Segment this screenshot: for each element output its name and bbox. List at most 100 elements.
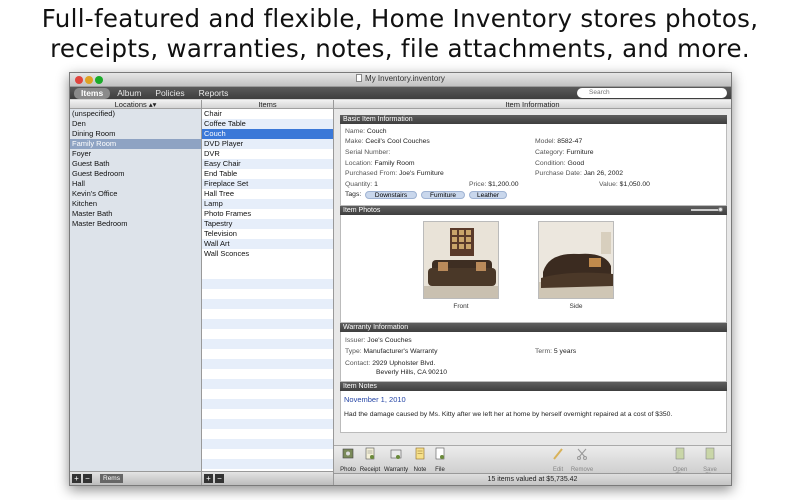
item-row-fireplace-set[interactable]: Fireplace Set: [202, 179, 333, 189]
item-row-chair[interactable]: Chair: [202, 109, 333, 119]
photo-size-slider[interactable]: [691, 209, 721, 211]
status-bar: 15 items valued at $5,735.42: [334, 473, 731, 485]
location-item-kitchen[interactable]: Kitchen: [70, 199, 201, 209]
receipt-icon: [365, 447, 375, 460]
location-item-unspecified[interactable]: (unspecified): [70, 109, 201, 119]
item-row-tapestry[interactable]: Tapestry: [202, 219, 333, 229]
location-item-kevins-office[interactable]: Kevin's Office: [70, 189, 201, 199]
location-item-master-bedroom[interactable]: Master Bedroom: [70, 219, 201, 229]
make-field[interactable]: Make: Cecil's Cool Couches: [345, 138, 430, 145]
issuer-field[interactable]: Issuer: Joe's Couches: [345, 337, 412, 344]
model-field[interactable]: Model: 8582-47: [535, 138, 582, 145]
item-row-dvr[interactable]: DVR: [202, 149, 333, 159]
value-field[interactable]: Value: $1,050.00: [599, 181, 650, 188]
location-item-hall[interactable]: Hall: [70, 179, 201, 189]
side-couch-image: [539, 222, 613, 298]
locations-bottom-bar: + − Rems: [70, 471, 201, 485]
note-icon: [415, 447, 425, 460]
scissors-icon: [577, 448, 587, 460]
location-item-master-bath[interactable]: Master Bath: [70, 209, 201, 219]
items-bottom-bar: + −: [202, 471, 333, 485]
edit-button[interactable]: Edit: [546, 447, 570, 473]
location-item-guest-bedroom[interactable]: Guest Bedroom: [70, 169, 201, 179]
add-receipt-button[interactable]: Receipt: [358, 447, 382, 473]
serial-number-field[interactable]: Serial Number:: [345, 149, 390, 156]
location-item-family-room[interactable]: Family Room: [70, 139, 201, 149]
tab-reports[interactable]: Reports: [192, 88, 236, 99]
note-date: November 1, 2010: [344, 395, 406, 404]
headline-line-2: receipts, warranties, notes, file attach…: [50, 34, 750, 63]
location-field[interactable]: Location: Family Room: [345, 160, 415, 167]
condition-field[interactable]: Condition: Good: [535, 160, 584, 167]
window-title: My Inventory.inventory: [70, 74, 731, 83]
item-photos-section-header: Item Photos: [340, 206, 727, 215]
headline: Full-featured and flexible, Home Invento…: [0, 4, 800, 64]
note-text: Had the damage caused by Ms. Kitty after…: [344, 411, 673, 418]
save-file-icon: [705, 447, 715, 460]
locations-list: (unspecified) Den Dining Room Family Roo…: [70, 109, 201, 229]
remove-button[interactable]: Remove: [570, 447, 594, 473]
locations-column-header[interactable]: Locations ▴▾: [70, 100, 201, 109]
locations-pane: Locations ▴▾ (unspecified) Den Dining Ro…: [70, 100, 202, 485]
front-photo-caption: Front: [453, 303, 469, 310]
remove-item-button[interactable]: −: [215, 474, 224, 483]
warranty-section-header: Warranty Information: [340, 323, 727, 332]
item-information-header: Item Information: [334, 100, 731, 109]
item-row-photo-frames[interactable]: Photo Frames: [202, 209, 333, 219]
warranty-type-field[interactable]: Type: Manufacturer's Warranty: [345, 348, 437, 355]
item-row-hall-tree[interactable]: Hall Tree: [202, 189, 333, 199]
tags-label: Tags:: [345, 191, 362, 198]
location-item-den[interactable]: Den: [70, 119, 201, 129]
rems-button[interactable]: Rems: [100, 474, 123, 483]
search-input[interactable]: [577, 88, 727, 98]
side-photo-caption: Side: [569, 303, 583, 310]
purchased-from-field[interactable]: Purchased From: Joe's Furniture: [345, 170, 444, 177]
item-row-wall-sconces[interactable]: Wall Sconces: [202, 249, 333, 259]
item-notes-section[interactable]: November 1, 2010 Had the damage caused b…: [340, 391, 727, 433]
file-icon: [435, 447, 445, 460]
purchase-date-field[interactable]: Purchase Date: Jan 26, 2002: [535, 170, 623, 177]
location-item-guest-bath[interactable]: Guest Bath: [70, 159, 201, 169]
tab-album[interactable]: Album: [110, 88, 148, 99]
name-field[interactable]: Name: Couch: [345, 128, 387, 135]
add-photo-button[interactable]: Photo: [336, 447, 360, 473]
item-row-lamp[interactable]: Lamp: [202, 199, 333, 209]
remove-location-button[interactable]: −: [83, 474, 92, 483]
add-item-button[interactable]: +: [204, 474, 213, 483]
photo-size-slider-knob[interactable]: [718, 207, 723, 212]
item-row-television[interactable]: Television: [202, 229, 333, 239]
basic-info-section: Name: Couch Make: Cecil's Cool Couches S…: [340, 124, 727, 206]
item-row-wall-art[interactable]: Wall Art: [202, 239, 333, 249]
front-photo[interactable]: [423, 221, 499, 299]
item-row-end-table[interactable]: End Table: [202, 169, 333, 179]
add-warranty-button[interactable]: Warranty: [384, 447, 408, 473]
items-column-header[interactable]: Items: [202, 100, 333, 109]
add-location-button[interactable]: +: [72, 474, 81, 483]
category-field[interactable]: Category: Furniture: [535, 149, 594, 156]
item-row-easy-chair[interactable]: Easy Chair: [202, 159, 333, 169]
basic-info-section-header: Basic Item Information: [340, 115, 727, 124]
tab-policies[interactable]: Policies: [148, 88, 191, 99]
tag-downstairs[interactable]: Downstairs: [365, 191, 417, 199]
headline-line-1: Full-featured and flexible, Home Invento…: [41, 4, 759, 33]
items-pane: Items Chair Coffee Table Couch DVD Playe…: [202, 100, 334, 485]
price-field[interactable]: Price: $1,200.00: [469, 181, 519, 188]
main-toolbar: Items Album Policies Reports ⌕: [70, 87, 731, 99]
item-row-coffee-table[interactable]: Coffee Table: [202, 119, 333, 129]
contact-field[interactable]: Contact: 2929 Upholster Blvd.: [345, 360, 435, 367]
location-item-foyer[interactable]: Foyer: [70, 149, 201, 159]
tab-items[interactable]: Items: [74, 87, 111, 99]
tag-furniture[interactable]: Furniture: [421, 191, 465, 199]
term-field[interactable]: Term: 5 years: [535, 348, 576, 355]
location-item-dining-room[interactable]: Dining Room: [70, 129, 201, 139]
items-list: Chair Coffee Table Couch DVD Player DVR …: [202, 109, 333, 259]
item-information-body: Basic Item Information Name: Couch Make:…: [340, 115, 727, 433]
warranty-section: Issuer: Joe's Couches Type: Manufacturer…: [340, 332, 727, 382]
add-file-button[interactable]: File: [428, 447, 452, 473]
item-row-couch[interactable]: Couch: [202, 129, 333, 139]
side-photo[interactable]: [538, 221, 614, 299]
quantity-field[interactable]: Quantity: 1: [345, 181, 378, 188]
tag-leather[interactable]: Leather: [469, 191, 507, 199]
item-notes-section-header: Item Notes: [340, 382, 727, 391]
item-row-dvd-player[interactable]: DVD Player: [202, 139, 333, 149]
